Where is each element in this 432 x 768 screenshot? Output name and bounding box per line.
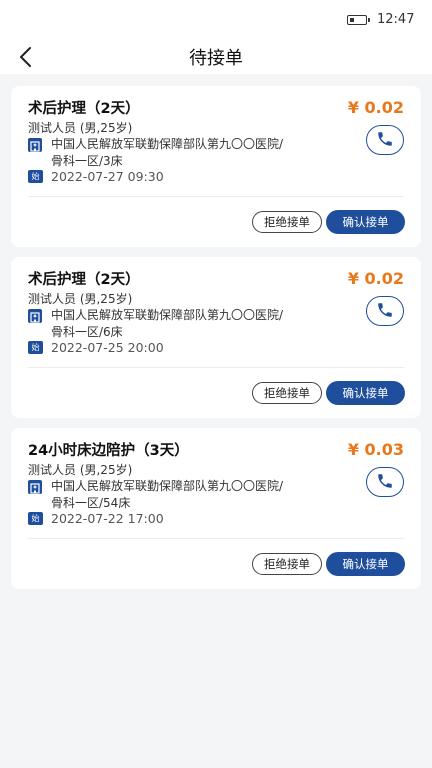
order-price: ¥ 0.03	[347, 440, 404, 459]
order-title: 术后护理（2天）	[28, 101, 140, 117]
start-time-row: 始 2022-07-25 20:00	[28, 340, 328, 356]
divider	[28, 538, 404, 539]
start-time: 2022-07-25 20:00	[51, 340, 164, 355]
start-badge: 始	[28, 512, 43, 525]
address-line: 中国人民解放军联勤保障部队第九〇〇医院/	[51, 308, 284, 322]
address-line: 中国人民解放军联勤保障部队第九〇〇医院/	[51, 137, 284, 151]
hospital-icon	[28, 309, 42, 323]
accept-order-button[interactable]: 确认接单	[326, 210, 405, 234]
start-badge: 始	[28, 170, 43, 183]
order-card: 24小时床边陪护（3天） ¥ 0.03 测试人员 (男,25岁) 中国人民解放军…	[11, 428, 421, 589]
call-button[interactable]	[366, 467, 404, 497]
order-price: ¥ 0.02	[347, 98, 404, 117]
order-card: 术后护理（2天） ¥ 0.02 测试人员 (男,25岁) 中国人民解放军联勤保障…	[11, 86, 421, 247]
hospital-icon	[28, 138, 42, 152]
order-price: ¥ 0.02	[347, 269, 404, 288]
address-line: 骨科一区/6床	[51, 325, 123, 339]
reject-order-button[interactable]: 拒绝接单	[252, 553, 322, 575]
call-button[interactable]	[366, 296, 404, 326]
order-title: 术后护理（2天）	[28, 272, 140, 288]
start-time: 2022-07-27 09:30	[51, 169, 164, 184]
patient-info: 测试人员 (男,25岁)	[28, 463, 133, 477]
start-time-row: 始 2022-07-22 17:00	[28, 511, 328, 527]
order-card: 术后护理（2天） ¥ 0.02 测试人员 (男,25岁) 中国人民解放军联勤保障…	[11, 257, 421, 418]
address-line: 骨科一区/54床	[51, 496, 131, 510]
start-badge: 始	[28, 341, 43, 354]
start-time-row: 始 2022-07-27 09:30	[28, 169, 328, 185]
order-title: 24小时床边陪护（3天）	[28, 443, 189, 459]
back-button[interactable]	[14, 44, 40, 70]
nav-bar: 待接单	[0, 40, 432, 74]
phone-icon	[378, 132, 392, 146]
reject-order-button[interactable]: 拒绝接单	[252, 382, 322, 404]
accept-order-button[interactable]: 确认接单	[326, 381, 405, 405]
phone-icon	[378, 474, 392, 488]
divider	[28, 196, 404, 197]
address-line: 骨科一区/3床	[51, 154, 123, 168]
phone-icon	[378, 303, 392, 317]
hospital-icon	[28, 480, 42, 494]
status-bar: 12:47	[0, 0, 432, 40]
chevron-left-icon	[20, 47, 31, 67]
start-time: 2022-07-22 17:00	[51, 511, 164, 526]
page-title: 待接单	[189, 48, 243, 69]
patient-info: 测试人员 (男,25岁)	[28, 121, 133, 135]
status-time: 12:47	[377, 12, 415, 27]
divider	[28, 367, 404, 368]
accept-order-button[interactable]: 确认接单	[326, 552, 405, 576]
patient-info: 测试人员 (男,25岁)	[28, 292, 133, 306]
call-button[interactable]	[366, 125, 404, 155]
address-line: 中国人民解放军联勤保障部队第九〇〇医院/	[51, 479, 284, 493]
reject-order-button[interactable]: 拒绝接单	[252, 211, 322, 233]
battery-icon	[347, 15, 370, 25]
